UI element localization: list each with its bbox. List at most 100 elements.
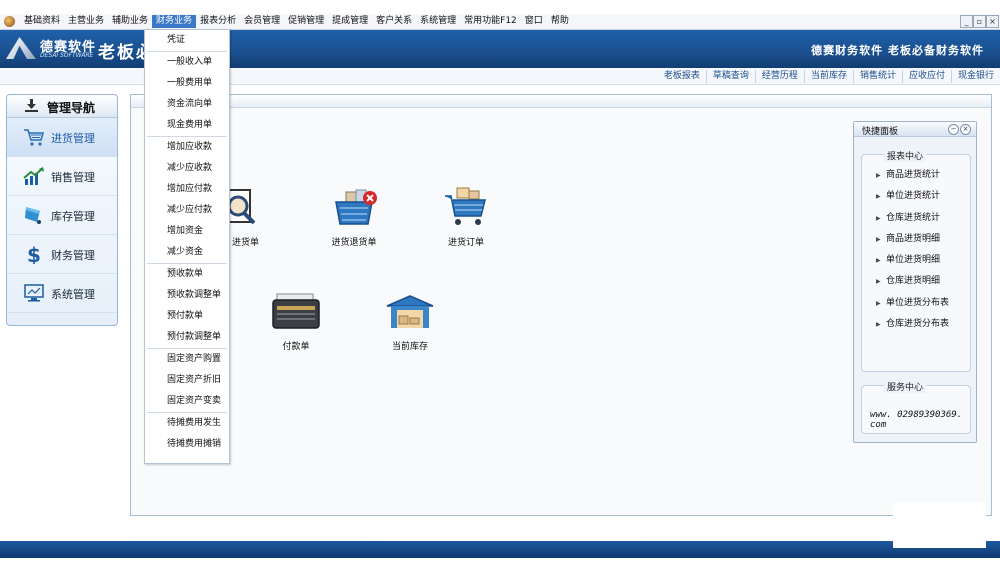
link-draft-query[interactable]: 草稿查询 [705, 70, 755, 83]
menu-item-general-income[interactable]: 一般收入单 [145, 52, 229, 73]
dolly-icon [25, 207, 41, 224]
tile-label-purchase-requisition: 进货订单 [447, 238, 484, 248]
arrow-icon: ▶ [876, 257, 881, 265]
menu-item-cash-expense[interactable]: 现金费用单 [145, 115, 229, 136]
status-bar [0, 541, 1000, 558]
menu-item-fund-flow[interactable]: 资金流向单 [145, 94, 229, 115]
menu-item-prepayment[interactable]: 预付款单 [145, 306, 229, 327]
menu-item-prepayment-adjust[interactable]: 预付款调整单 [145, 327, 229, 348]
report-item-product-purchase-detail[interactable]: ▶ 商品进货明细 [876, 231, 949, 252]
menu-main-business[interactable]: 主营业务 [64, 15, 108, 28]
logo-english: DESAI SOFTWARE [40, 52, 94, 59]
menu-help[interactable]: 帮助 [547, 15, 573, 28]
report-center-title: 报表中心 [884, 149, 927, 162]
tile-current-stock[interactable]: 当前库存 [384, 292, 436, 352]
menu-item-fixed-asset-purchase[interactable]: 固定资产购置 [145, 349, 229, 370]
link-boss-report[interactable]: 老板报表 [658, 70, 706, 83]
service-center-group: 服务中心 www. 02989390369. com [861, 380, 971, 434]
quick-panel-header: 快捷面板 − × [854, 122, 976, 137]
menu-report-analysis[interactable]: 报表分析 [196, 15, 240, 28]
navigation-title: 管理导航 [47, 101, 96, 115]
menu-item-increase-funds[interactable]: 增加资金 [145, 221, 229, 242]
menu-window[interactable]: 窗口 [521, 15, 547, 28]
blank-overlay [893, 503, 986, 548]
shopping-cart-icon [445, 187, 486, 225]
report-item-unit-purchase-distribution[interactable]: ▶ 单位进货分布表 [876, 295, 949, 316]
nav-item-system[interactable]: 系统管理 [7, 274, 117, 313]
tile-payment-order[interactable]: 付款单 [270, 292, 322, 352]
menu-item-deferred-expense-amortize[interactable]: 待摊费用摊销 [145, 434, 229, 455]
nav-label-finance: 财务管理 [51, 249, 95, 262]
arrow-icon: ▶ [876, 321, 881, 329]
report-list: ▶ 商品进货统计 ▶ 单位进货统计 ▶ 仓库进货统计 ▶ 商品进货明细 ▶ 单位进货明细 … [876, 167, 949, 337]
menu-common-functions[interactable]: 常用功能F12 [460, 15, 521, 28]
app-icon[interactable] [4, 16, 15, 27]
menu-item-decrease-payable[interactable]: 减少应付款 [145, 200, 229, 221]
report-item-label: 单位进货明细 [886, 255, 941, 266]
report-center-group: 报表中心 ▶ 商品进货统计 ▶ 单位进货统计 ▶ 仓库进货统计 ▶ 商品进货明细 ▶ 单位… [861, 149, 971, 372]
link-receivable-payable[interactable]: 应收应付 [901, 70, 951, 83]
report-item-warehouse-purchase-stats[interactable]: ▶ 仓库进货统计 [876, 210, 949, 231]
nav-label-inventory: 库存管理 [51, 210, 95, 223]
monitor-icon [24, 284, 44, 302]
restore-icon[interactable]: ▫ [973, 15, 986, 28]
minimize-icon[interactable]: _ [960, 15, 973, 28]
report-item-warehouse-purchase-detail[interactable]: ▶ 仓库进货明细 [876, 273, 949, 294]
link-cash-bank[interactable]: 现金银行 [950, 70, 1000, 83]
link-current-stock[interactable]: 当前库存 [803, 70, 853, 83]
menu-member-management[interactable]: 会员管理 [240, 15, 284, 28]
report-item-label: 仓库进货统计 [886, 212, 941, 223]
banner-slogan: 德赛财务软件 老板必备财务软件 [811, 44, 984, 57]
main-panel-header [131, 95, 991, 108]
menu-customer-relations[interactable]: 客户关系 [372, 15, 416, 28]
nav-label-purchase: 进货管理 [51, 132, 95, 145]
report-item-label: 商品进货统计 [886, 170, 941, 180]
arrow-icon: ▶ [876, 278, 881, 286]
link-sales-stats[interactable]: 销售统计 [852, 70, 902, 83]
quick-panel-title: 快捷面板 [862, 127, 899, 137]
menu-item-general-expense[interactable]: 一般费用单 [145, 73, 229, 94]
report-item-unit-purchase-stats[interactable]: ▶ 单位进货统计 [876, 188, 949, 209]
menu-basic-data[interactable]: 基础资料 [20, 15, 64, 28]
report-item-label: 单位进货统计 [886, 191, 941, 202]
menu-item-increase-payable[interactable]: 增加应付款 [145, 179, 229, 200]
tile-purchase-requisition[interactable]: 进货订单 [440, 186, 492, 248]
arrow-icon: ▶ [876, 214, 881, 222]
menu-aux-business[interactable]: 辅助业务 [108, 15, 152, 28]
nav-item-purchase[interactable]: 进货管理 [7, 118, 117, 157]
service-website[interactable]: www. 02989390369. com [870, 410, 970, 430]
arrow-icon: ▶ [876, 299, 881, 307]
menu-promotion-management[interactable]: 促销管理 [284, 15, 328, 28]
report-item-label: 仓库进货分布表 [886, 319, 950, 330]
menu-items: 基础资料 主营业务 辅助业务 财务业务 报表分析 会员管理 促销管理 提成管理 … [20, 15, 573, 28]
wallet-icon [272, 293, 320, 329]
report-item-warehouse-purchase-distribution[interactable]: ▶ 仓库进货分布表 [876, 316, 949, 337]
menu-item-deferred-expense-occur[interactable]: 待摊费用发生 [145, 413, 229, 434]
close-icon[interactable]: × [986, 15, 999, 28]
menu-item-fixed-asset-sale[interactable]: 固定资产变卖 [145, 391, 229, 412]
menu-system-management[interactable]: 系统管理 [416, 15, 460, 28]
service-center-title: 服务中心 [884, 380, 927, 393]
menu-finance-business[interactable]: 财务业务 [152, 15, 197, 28]
report-item-product-purchase-stats[interactable]: ▶ 商品进货统计 [876, 167, 949, 188]
basket-return-icon [335, 189, 377, 225]
menu-item-increase-receivable[interactable]: 增加应收款 [145, 137, 229, 158]
nav-item-sales[interactable]: 销售管理 [7, 157, 117, 196]
download-icon [25, 99, 38, 112]
menu-item-fixed-asset-depreciation[interactable]: 固定资产折旧 [145, 370, 229, 391]
menu-commission-management[interactable]: 提成管理 [328, 15, 372, 28]
nav-item-finance[interactable]: $ 财务管理 [7, 235, 117, 274]
cart-icon [24, 129, 45, 146]
menu-item-decrease-funds[interactable]: 减少资金 [145, 242, 229, 263]
link-business-history[interactable]: 经营历程 [754, 70, 804, 83]
collapse-icon[interactable]: − [948, 124, 959, 135]
menu-item-advance-receipt[interactable]: 预收款单 [145, 264, 229, 285]
nav-label-system: 系统管理 [51, 288, 95, 301]
menu-item-voucher[interactable]: 凭证 [145, 30, 229, 51]
menu-item-advance-receipt-adjust[interactable]: 预收款调整单 [145, 285, 229, 306]
tile-purchase-return[interactable]: 进货退货单 [324, 186, 384, 248]
close-icon[interactable]: × [960, 124, 971, 135]
menu-item-decrease-receivable[interactable]: 减少应收款 [145, 158, 229, 179]
nav-item-inventory[interactable]: 库存管理 [7, 196, 117, 235]
report-item-unit-purchase-detail[interactable]: ▶ 单位进货明细 [876, 252, 949, 273]
